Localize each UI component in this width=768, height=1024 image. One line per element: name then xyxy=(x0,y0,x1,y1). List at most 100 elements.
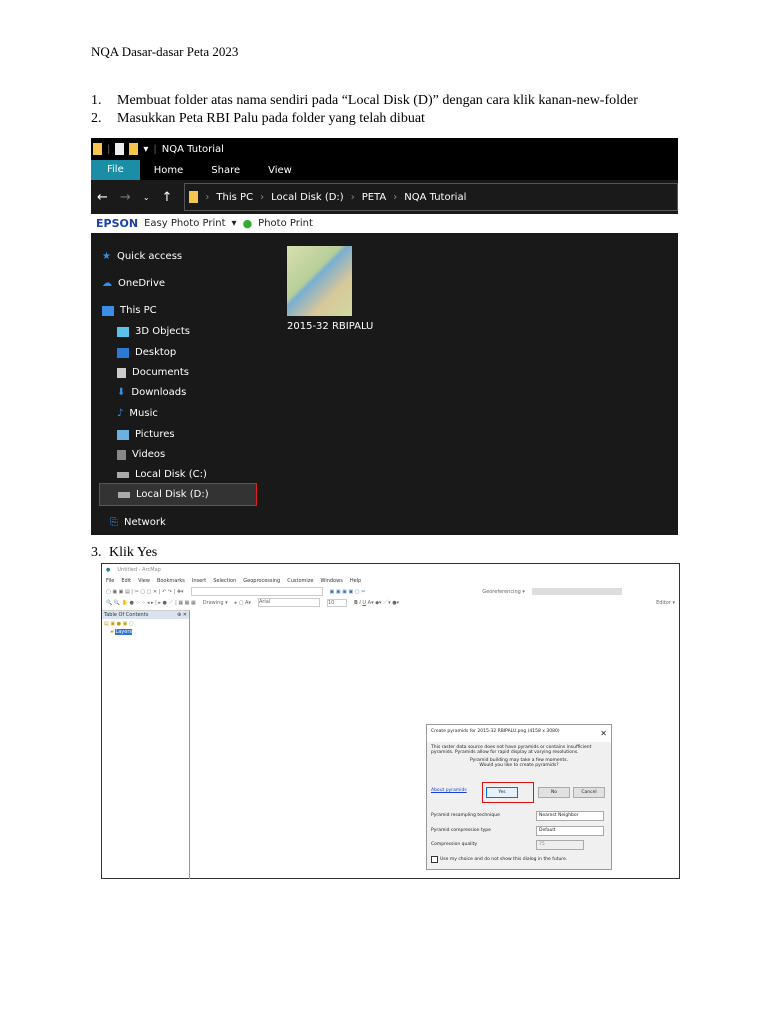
compression-select[interactable]: Default xyxy=(536,826,604,836)
georeferencing-menu[interactable]: Georeferencing ▾ xyxy=(482,589,525,595)
computer-icon xyxy=(102,305,114,316)
tab-home[interactable]: Home xyxy=(140,165,198,176)
dialog-message: This raster data source does not have py… xyxy=(431,745,592,755)
step-1: 1. Membuat folder atas nama sendiri pada … xyxy=(91,93,638,108)
scale-combo[interactable] xyxy=(190,587,323,596)
recent-chevron-icon[interactable]: ⌄ xyxy=(143,193,150,202)
menu-file[interactable]: File xyxy=(106,578,114,584)
step-2: 2. Masukkan Peta RBI Palu pada folder yan… xyxy=(91,111,425,126)
checkbox-icon[interactable] xyxy=(431,856,438,863)
star-icon: ★ xyxy=(102,251,111,262)
toc-title: Table Of Contents xyxy=(104,612,149,618)
navigation-icons[interactable]: 🔍 🔍 ✋ ● ⁘ ⁘ ◂ ▸ | ▸ ● ／ | ▦ ▦ ▦ xyxy=(106,599,196,606)
tab-file[interactable]: File xyxy=(91,160,140,180)
nav-music[interactable]: ♪ Music xyxy=(117,408,158,419)
quality-input[interactable]: 75 xyxy=(536,840,584,850)
properties-icon xyxy=(115,143,125,155)
tools-toolbar: 🔍 🔍 ✋ ● ⁘ ⁘ ◂ ▸ | ▸ ● ／ | ▦ ▦ ▦ Drawing ▾… xyxy=(102,597,679,608)
compression-label: Pyramid compression type xyxy=(431,828,491,833)
address-bar[interactable]: › This PC › Local Disk (D:) › PETA › NQA Tutori… xyxy=(184,183,678,211)
dialog-question: Would you like to create pyramids? xyxy=(479,763,559,768)
window-title: NQA Tutorial xyxy=(161,143,224,155)
ribbon-tabs: File Home Share View xyxy=(91,160,678,180)
nav-desktop[interactable]: Desktop xyxy=(117,347,176,358)
cancel-button[interactable]: Cancel xyxy=(573,787,605,798)
breadcrumb-this-pc[interactable]: This PC xyxy=(216,192,253,203)
video-icon xyxy=(117,449,126,460)
up-icon[interactable]: ↑ xyxy=(162,190,173,205)
nav-pictures[interactable]: Pictures xyxy=(117,429,175,440)
georef-layer-combo[interactable] xyxy=(531,588,622,595)
resampling-select[interactable]: Nearest Neighbor xyxy=(536,811,604,821)
nav-onedrive[interactable]: ☁ OneDrive xyxy=(102,278,165,289)
toc-layers[interactable]: ▰ Layers xyxy=(102,629,189,635)
nav-quick-access[interactable]: ★ Quick access xyxy=(102,251,182,262)
easy-photo-print-button[interactable]: Easy Photo Print xyxy=(144,218,225,229)
menu-geoprocessing[interactable]: Geoprocessing xyxy=(243,578,280,584)
arcmap-menu-bar: File Edit View Bookmarks Insert Selection Geop… xyxy=(102,575,679,586)
menu-windows[interactable]: Windows xyxy=(320,578,342,584)
yes-button[interactable]: Yes xyxy=(486,787,518,798)
menu-help[interactable]: Help xyxy=(350,578,361,584)
nav-network[interactable]: ⎘ Network xyxy=(110,517,166,528)
drive-icon xyxy=(118,491,130,498)
back-icon[interactable]: ← xyxy=(97,190,108,205)
about-pyramids-link[interactable]: About pyramids xyxy=(431,788,467,793)
menu-selection[interactable]: Selection xyxy=(213,578,236,584)
close-icon[interactable]: ✕ xyxy=(600,729,607,738)
menu-customize[interactable]: Customize xyxy=(287,578,313,584)
menu-edit[interactable]: Edit xyxy=(121,578,131,584)
new-folder-icon xyxy=(129,143,139,155)
remember-choice-checkbox[interactable]: Use my choice and do not show this dialo… xyxy=(431,856,567,863)
font-combo[interactable]: Arial xyxy=(257,598,320,607)
toc-close-icon[interactable]: ⊕ ✕ xyxy=(177,612,187,618)
nav-videos[interactable]: Videos xyxy=(117,449,165,460)
toolbar-icons[interactable]: ▢ ▣ ▣ ▤ | ✂ ▢ ▢ ✕ | ↶ ↷ | ✚▾ xyxy=(106,589,184,595)
quality-label: Compression quality xyxy=(431,842,478,847)
window-tools-icons[interactable]: ▣ ▣ ▣ ▣ ▢ ✂ xyxy=(330,589,366,595)
table-of-contents: Table Of Contents ⊕ ✕ ▤ ▣ ● ▣ ▢ ▰ Layers xyxy=(102,610,190,879)
nav-downloads[interactable]: ⬇ Downloads xyxy=(117,387,186,398)
standard-toolbar: ▢ ▣ ▣ ▤ | ✂ ▢ ▢ ✕ | ↶ ↷ | ✚▾ ▣ ▣ ▣ ▣ ▢ ✂ G… xyxy=(102,586,679,597)
cloud-icon: ☁ xyxy=(102,278,112,289)
resampling-label: Pyramid resampling technique xyxy=(431,813,500,818)
breadcrumb-nqa-tutorial[interactable]: NQA Tutorial xyxy=(404,192,466,203)
photo-print-button[interactable]: Photo Print xyxy=(258,218,313,229)
no-button[interactable]: No xyxy=(538,787,570,798)
map-thumbnail[interactable] xyxy=(287,246,352,316)
tab-view[interactable]: View xyxy=(254,165,306,176)
title-bar: | ▾ | NQA Tutorial xyxy=(91,138,678,160)
editor-menu[interactable]: Editor ▾ xyxy=(656,600,679,606)
create-pyramids-dialog: Create pyramids for 2015-32 RBIPALU.png … xyxy=(426,724,612,870)
nav-local-disk-c[interactable]: Local Disk (C:) xyxy=(117,469,207,480)
photo-print-icon: ● xyxy=(242,217,253,230)
music-icon: ♪ xyxy=(117,408,124,419)
epson-toolbar: EPSON Easy Photo Print ▾ ● Photo Print xyxy=(91,214,678,233)
nav-documents[interactable]: Documents xyxy=(117,367,189,378)
nav-3d-objects[interactable]: 3D Objects xyxy=(117,326,190,337)
desktop-icon xyxy=(117,347,129,358)
address-row: ← → ⌄ ↑ › This PC › Local Disk (D:) › PETA › NQA T… xyxy=(91,180,678,214)
globe-icon: ● xyxy=(106,566,111,573)
menu-bookmarks[interactable]: Bookmarks xyxy=(157,578,185,584)
breadcrumb-peta[interactable]: PETA xyxy=(362,192,387,203)
nav-this-pc[interactable]: This PC xyxy=(102,305,157,316)
cube-icon xyxy=(117,326,129,337)
step-3: 3. Klik Yes xyxy=(91,545,158,560)
download-icon: ⬇ xyxy=(117,387,126,398)
drive-icon xyxy=(117,471,129,478)
toc-toolbar[interactable]: ▤ ▣ ● ▣ ▢ xyxy=(102,619,189,629)
file-explorer-screenshot: | ▾ | NQA Tutorial File Home Share View ← → ⌄… xyxy=(91,138,678,535)
forward-icon[interactable]: → xyxy=(120,190,131,205)
font-size-combo[interactable]: 10 xyxy=(326,598,347,607)
menu-insert[interactable]: Insert xyxy=(192,578,206,584)
pictures-icon xyxy=(117,429,129,440)
nav-local-disk-d[interactable]: Local Disk (D:) xyxy=(99,483,257,506)
menu-view[interactable]: View xyxy=(138,578,150,584)
breadcrumb-local-disk-d[interactable]: Local Disk (D:) xyxy=(271,192,344,203)
folder-icon xyxy=(93,143,102,155)
format-icons[interactable]: B I U A▾ ◆▾ ／▾ ●▾ xyxy=(354,599,399,606)
drawing-menu[interactable]: Drawing ▾ xyxy=(203,600,228,606)
tab-share[interactable]: Share xyxy=(197,165,254,176)
file-name[interactable]: 2015-32 RBIPALU xyxy=(287,321,373,332)
